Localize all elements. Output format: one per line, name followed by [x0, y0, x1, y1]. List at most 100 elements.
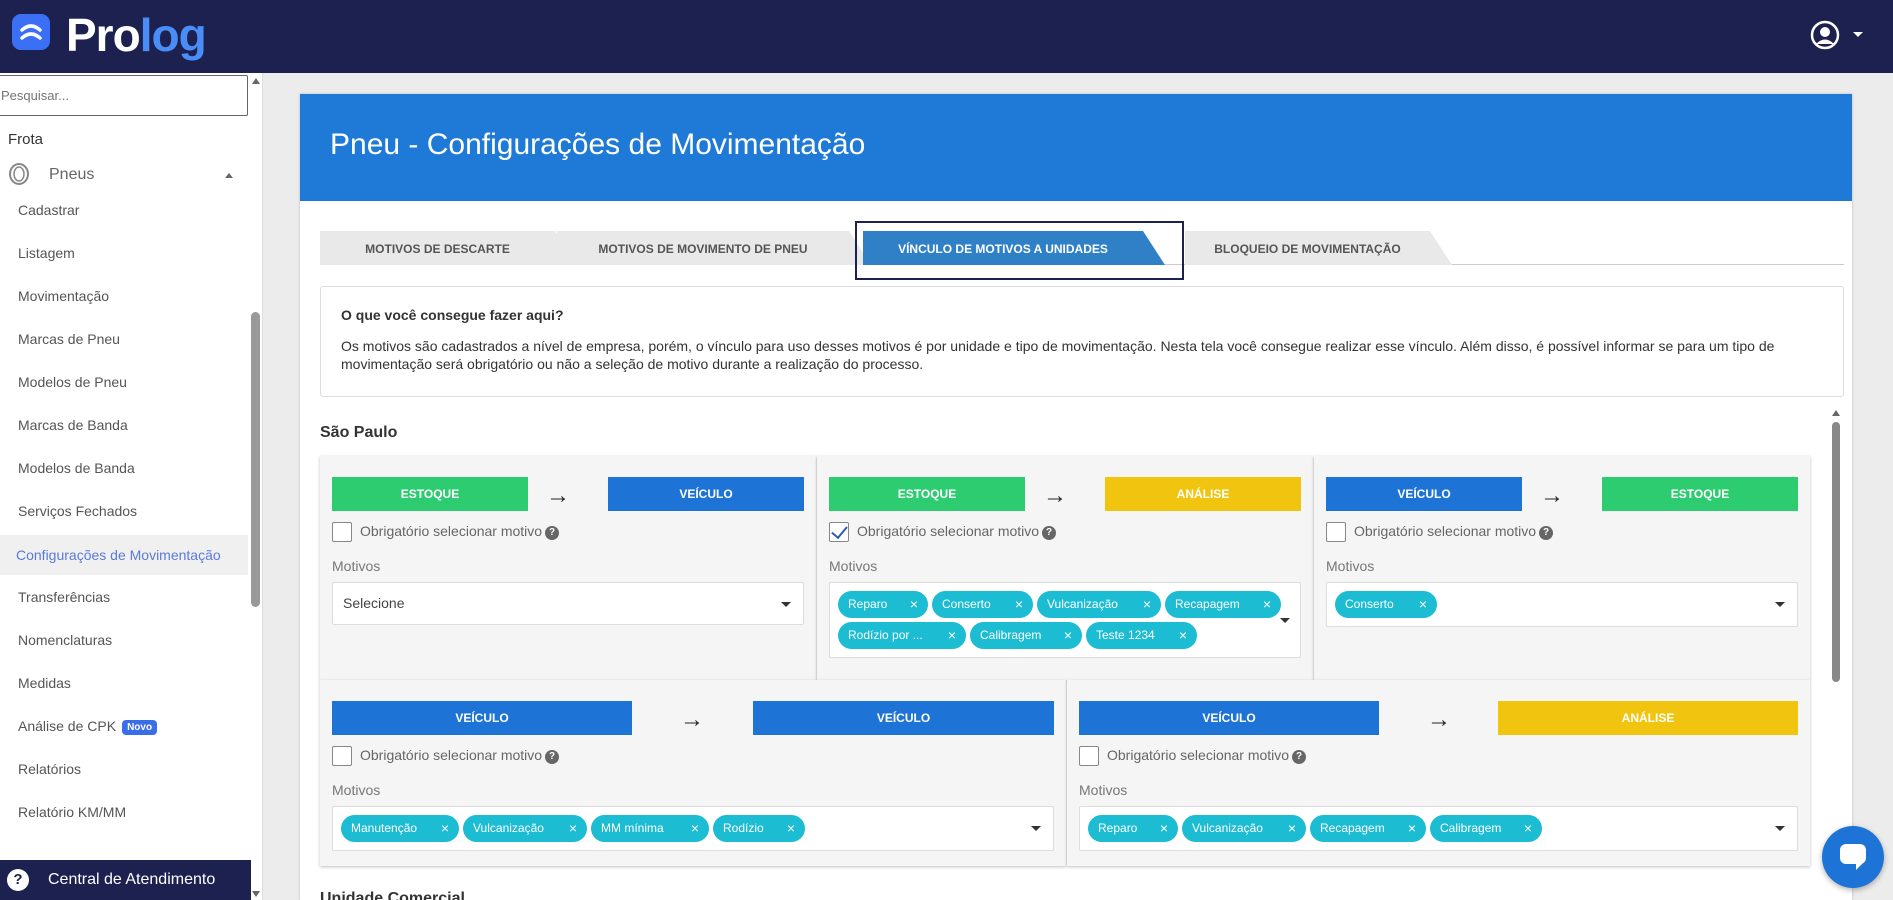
chevron-up-icon [225, 173, 233, 178]
origin-badge: VEÍCULO [1326, 477, 1522, 511]
remove-chip-icon[interactable]: × [1064, 622, 1072, 649]
chip: Teste 1234 × [1086, 622, 1197, 649]
chip-label: Calibragem [1440, 821, 1502, 835]
scroll-up-icon[interactable] [252, 78, 260, 84]
chevron-down-icon[interactable] [781, 602, 791, 607]
sidebar-item-nomenclaturas[interactable]: Nomenclaturas [18, 632, 112, 648]
origin-badge: VEÍCULO [1079, 701, 1379, 735]
chevron-down-icon[interactable] [1853, 32, 1863, 37]
tab-motivos-descarte[interactable]: MOTIVOS DE DESCARTE [320, 231, 577, 265]
arrow-right-icon: → [1043, 482, 1067, 509]
remove-chip-icon[interactable]: × [1179, 622, 1187, 649]
remove-chip-icon[interactable]: × [1015, 591, 1023, 618]
search-input[interactable] [0, 75, 248, 116]
chevron-down-icon[interactable] [1280, 618, 1290, 623]
remove-chip-icon[interactable]: × [569, 815, 577, 842]
remove-chip-icon[interactable]: × [1524, 815, 1532, 842]
chip-label: Rodízio por ... [848, 628, 923, 642]
support-center-label: Central de Atendimento [48, 871, 216, 888]
help-icon[interactable]: ? [545, 750, 560, 764]
help-icon[interactable]: ? [1292, 750, 1307, 764]
required-checkbox[interactable] [332, 522, 352, 542]
help-icon[interactable]: ? [1042, 526, 1057, 540]
chip-label: Vulcanização [1192, 821, 1263, 835]
remove-chip-icon[interactable]: × [910, 591, 918, 618]
chip-label: Teste 1234 [1096, 628, 1155, 642]
help-icon[interactable]: ? [1539, 526, 1554, 540]
sidebar-item-modelos-banda[interactable]: Modelos de Banda [18, 460, 135, 476]
remove-chip-icon[interactable]: × [787, 815, 795, 842]
unit-title: São Paulo [320, 424, 398, 441]
sidebar-item-medidas[interactable]: Medidas [18, 675, 71, 691]
chip: Vulcanização × [463, 815, 587, 842]
motivos-select[interactable]: Reparo × Vulcanização × Recapagem × Calibra… [1079, 806, 1798, 851]
movement-card: VEÍCULO → ESTOQUE Obrigatório selecionar… [1314, 456, 1810, 680]
tab-bloqueio-movimentacao[interactable]: BLOQUEIO DE MOVIMENTAÇÃO [1185, 231, 1452, 265]
sidebar-item-servicos-fechados[interactable]: Serviços Fechados [18, 503, 137, 519]
scroll-down-icon[interactable] [252, 891, 260, 897]
chip: Conserto × [932, 591, 1033, 618]
user-circle-icon[interactable] [1810, 20, 1840, 50]
info-box: O que você consegue fazer aqui? Os motiv… [320, 286, 1844, 397]
chip-label: Recapagem [1320, 821, 1385, 835]
chat-icon-tail [1856, 862, 1864, 870]
remove-chip-icon[interactable]: × [1160, 815, 1168, 842]
support-center-button[interactable]: ? Central de Atendimento [0, 860, 251, 900]
required-checkbox[interactable] [1326, 522, 1346, 542]
required-label-text: Obrigatório selecionar motivo [1107, 747, 1290, 763]
remove-chip-icon[interactable]: × [1263, 591, 1271, 618]
chip-label: Vulcanização [1047, 597, 1118, 611]
chevron-down-icon[interactable] [1775, 826, 1785, 831]
motivos-select[interactable]: Manutenção × Vulcanização × MM mínima × Rod… [332, 806, 1054, 851]
sidebar-item-analise-cpk[interactable]: Análise de CPK Novo [18, 718, 158, 735]
tab-motivos-movimento[interactable]: MOTIVOS DE MOVIMENTO DE PNEU [557, 231, 871, 265]
movement-card: VEÍCULO → ANÁLISE Obrigatório selecionar… [1067, 680, 1810, 866]
remove-chip-icon[interactable]: × [1408, 815, 1416, 842]
required-checkbox[interactable] [829, 522, 849, 542]
sidebar-item-configuracoes-movimentacao[interactable]: Configurações de Movimentação [0, 535, 248, 575]
chat-icon [1840, 844, 1866, 864]
remove-chip-icon[interactable]: × [1288, 815, 1296, 842]
sidebar-item-relatorio-km-mm[interactable]: Relatório KM/MM [18, 804, 126, 820]
remove-chip-icon[interactable]: × [1419, 591, 1427, 618]
help-icon[interactable]: ? [545, 526, 560, 540]
remove-chip-icon[interactable]: × [1143, 591, 1151, 618]
logo[interactable]: Prolog [66, 8, 207, 62]
sidebar-item-marcas-banda[interactable]: Marcas de Banda [18, 417, 128, 433]
required-label-text: Obrigatório selecionar motivo [1354, 523, 1537, 539]
sidebar-item-relatorios[interactable]: Relatórios [18, 761, 81, 777]
scroll-thumb[interactable] [1832, 422, 1840, 682]
chevron-down-icon[interactable] [1775, 602, 1785, 607]
chip-label: Reparo [848, 597, 888, 611]
motivos-select[interactable]: Selecione [332, 582, 804, 625]
chip-label: Recapagem [1175, 597, 1240, 611]
remove-chip-icon[interactable]: × [441, 815, 449, 842]
sidebar-item-modelos-pneu[interactable]: Modelos de Pneu [18, 374, 127, 390]
info-text: Os motivos são cadastrados a nível de em… [341, 338, 1775, 372]
scroll-up-icon[interactable] [1832, 410, 1840, 416]
chip-label: Conserto [942, 597, 991, 611]
arrow-right-icon: → [1427, 706, 1451, 733]
remove-chip-icon[interactable]: × [948, 622, 956, 649]
sidebar-item-listagem[interactable]: Listagem [18, 245, 75, 261]
required-checkbox[interactable] [1079, 746, 1099, 766]
chip: Calibragem × [1430, 815, 1542, 842]
required-checkbox-label: Obrigatório selecionar motivo? [1107, 747, 1307, 764]
sidebar-item-transferencias[interactable]: Transferências [18, 589, 110, 605]
content-scrollbar[interactable] [1830, 410, 1842, 900]
chip: Recapagem × [1165, 591, 1281, 618]
sidebar-scrollbar[interactable] [250, 73, 262, 900]
sidebar-item-movimentacao[interactable]: Movimentação [18, 288, 109, 304]
motivos-select[interactable]: Conserto × [1326, 582, 1798, 627]
sidebar-item-cadastrar[interactable]: Cadastrar [18, 202, 79, 218]
chat-button[interactable] [1822, 826, 1884, 888]
scroll-thumb[interactable] [251, 312, 260, 607]
help-circle-icon: ? [7, 869, 29, 891]
sidebar-item-frota[interactable]: Frota [8, 131, 43, 148]
sidebar-item-marcas-pneu[interactable]: Marcas de Pneu [18, 331, 120, 347]
motivos-select[interactable]: Reparo × Conserto × Vulcanização × Recapage… [829, 582, 1301, 658]
remove-chip-icon[interactable]: × [691, 815, 699, 842]
chevron-down-icon[interactable] [1031, 826, 1041, 831]
required-checkbox[interactable] [332, 746, 352, 766]
sidebar-group-pneus[interactable]: Pneus [8, 163, 238, 189]
